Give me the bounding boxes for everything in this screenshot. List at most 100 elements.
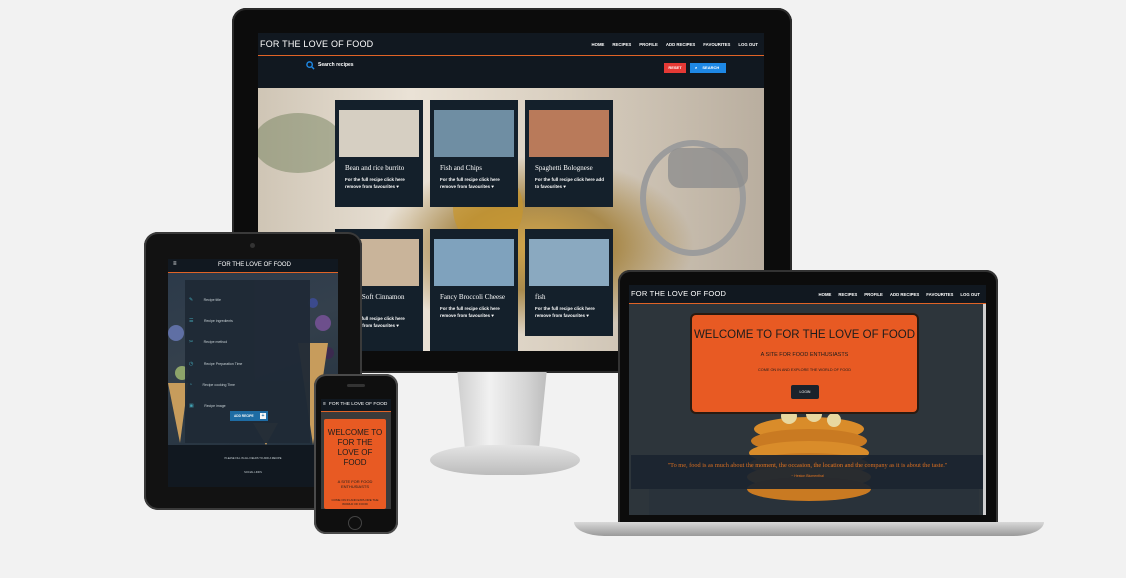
- quote-author: ~ Heston Blumenthal: [791, 474, 824, 478]
- nav-home[interactable]: HOME: [819, 292, 832, 297]
- nav-add-recipes[interactable]: ADD RECIPES: [890, 292, 919, 297]
- field-label: Recipe title: [203, 298, 221, 302]
- search-button[interactable]: ⌕ SEARCH: [690, 63, 726, 73]
- nav-add-recipes[interactable]: ADD RECIPES: [666, 42, 695, 47]
- hero-subtitle: A SITE FOR FOOD ENTHUSIASTS: [337, 479, 373, 489]
- search-bar: Search recipes RESET ⌕ SEARCH: [258, 56, 764, 88]
- brand-logo[interactable]: FOR THE LOVE OF FOOD: [218, 262, 291, 268]
- search-button-icon: ⌕: [695, 65, 698, 70]
- nav-favourites[interactable]: FAVOURITES: [926, 292, 953, 297]
- recipe-image[interactable]: [529, 239, 609, 286]
- form-field[interactable]: ✎ Recipe title: [189, 288, 221, 306]
- recipe-links[interactable]: For the full recipe click here remove fr…: [525, 302, 613, 319]
- form-field[interactable]: ◷ Recipe Preparation Time: [189, 352, 242, 370]
- laptop-screen: FOR THE LOVE OF FOOD HOME RECIPES PROFIL…: [629, 285, 986, 515]
- recipe-links[interactable]: For the full recipe click here add to fa…: [525, 173, 613, 190]
- search-button-label: SEARCH: [702, 65, 720, 70]
- tablet-screen: ≡ FOR THE LOVE OF FOOD ✎ Recipe title ☰ …: [168, 259, 338, 487]
- nav-home[interactable]: HOME: [592, 42, 605, 47]
- brand-logo[interactable]: FOR THE LOVE OF FOOD: [329, 402, 387, 407]
- footer-notice: PLEASE FILL IN ALL FIELDS TO ADD A RECIP…: [224, 457, 282, 460]
- add-recipe-button[interactable]: ADD RECIPE +: [230, 411, 268, 421]
- desktop-navbar: FOR THE LOVE OF FOOD HOME RECIPES PROFIL…: [258, 33, 764, 56]
- nav-recipes[interactable]: RECIPES: [838, 292, 857, 297]
- pencil-icon: ✎: [189, 297, 194, 303]
- nav-recipes[interactable]: RECIPES: [612, 42, 631, 47]
- add-recipe-label: ADD RECIPE: [234, 414, 254, 418]
- recipe-card[interactable]: Fish and Chips For the full recipe click…: [430, 100, 518, 207]
- phone-screen: ≡ FOR THE LOVE OF FOOD WELCOME TO FOR TH…: [321, 399, 391, 509]
- recipe-title[interactable]: Bean and rice burrito: [335, 157, 423, 173]
- field-label: Recipe image: [204, 404, 226, 408]
- recipe-title[interactable]: Fancy Broccoli Cheese: [430, 286, 518, 302]
- hero-title: WELCOME TO FOR THE LOVE OF FOOD: [327, 428, 383, 467]
- laptop-nav-links: HOME RECIPES PROFILE ADD RECIPES FAVOURI…: [819, 292, 981, 297]
- form-field[interactable]: ✂ Recipe method: [189, 330, 227, 348]
- hero-text: COME ON IN AND EXPLORE THE WORLD OF FOOD: [758, 368, 851, 372]
- tablet-navbar: ≡ FOR THE LOVE OF FOOD: [168, 259, 338, 273]
- nav-favourites[interactable]: FAVOURITES: [703, 42, 730, 47]
- form-field[interactable]: ☰ Recipe ingredients: [189, 309, 233, 327]
- form-field[interactable]: ◔ Recipe cooking Time: [189, 373, 235, 391]
- quote-banner: "To me, food is as much about the moment…: [631, 455, 984, 489]
- phone-speaker: [347, 384, 365, 387]
- home-button[interactable]: [348, 516, 362, 530]
- recipe-title[interactable]: fish: [525, 286, 613, 302]
- nav-profile[interactable]: PROFILE: [864, 292, 883, 297]
- welcome-hero: WELCOME TO FOR THE LOVE OF FOOD A SITE F…: [324, 419, 386, 509]
- nav-profile[interactable]: PROFILE: [639, 42, 658, 47]
- recipe-image[interactable]: [434, 239, 514, 286]
- reset-button[interactable]: RESET: [664, 63, 686, 73]
- recipe-card[interactable]: Fancy Broccoli Cheese For the full recip…: [430, 229, 518, 351]
- timer-icon: ◔: [189, 382, 193, 388]
- field-label: Recipe Preparation Time: [203, 362, 243, 366]
- brand-logo[interactable]: FOR THE LOVE OF FOOD: [260, 39, 373, 49]
- hero-title: WELCOME TO FOR THE LOVE OF FOOD: [693, 329, 916, 341]
- welcome-hero: WELCOME TO FOR THE LOVE OF FOOD A SITE F…: [692, 315, 917, 412]
- laptop-base: [574, 522, 1044, 536]
- monitor-stand-neck: [457, 372, 547, 447]
- recipe-links[interactable]: For the full recipe click here remove fr…: [335, 173, 423, 190]
- recipe-title[interactable]: Spaghetti Bolognese: [525, 157, 613, 173]
- recipe-card[interactable]: Bean and rice burrito For the full recip…: [335, 100, 423, 207]
- recipe-card[interactable]: Spaghetti Bolognese For the full recipe …: [525, 100, 613, 207]
- recipe-card[interactable]: fish For the full recipe click here remo…: [525, 229, 613, 336]
- desktop-nav-links: HOME RECIPES PROFILE ADD RECIPES FAVOURI…: [592, 42, 759, 47]
- list-icon: ☰: [189, 318, 194, 324]
- field-label: Recipe ingredients: [203, 319, 233, 323]
- recipe-image[interactable]: [529, 110, 609, 157]
- laptop-device: FOR THE LOVE OF FOOD HOME RECIPES PROFIL…: [618, 270, 998, 525]
- nav-log-out[interactable]: LOG OUT: [738, 42, 758, 47]
- tablet-footer: PLEASE FILL IN ALL FIELDS TO ADD A RECIP…: [168, 445, 338, 487]
- recipe-image[interactable]: [434, 110, 514, 157]
- hero-text: COME ON IN AND EXPLORE THE WORLD OF FOOD: [331, 498, 379, 506]
- phone-navbar: ≡ FOR THE LOVE OF FOOD: [321, 399, 391, 412]
- recipe-title[interactable]: Fish and Chips: [430, 157, 518, 173]
- form-field[interactable]: ▣ Recipe image: [189, 394, 226, 412]
- utensils-icon: ✂: [189, 339, 194, 345]
- login-button[interactable]: LOGIN: [791, 385, 819, 399]
- social-links[interactable]: SOCIAL LINKS: [186, 471, 320, 474]
- monitor-stand-base: [430, 445, 580, 475]
- nav-log-out[interactable]: LOG OUT: [960, 292, 980, 297]
- quote-text: "To me, food is as much about the moment…: [667, 462, 948, 469]
- tablet-camera: [250, 243, 255, 248]
- hero-subtitle: A SITE FOR FOOD ENTHUSIASTS: [760, 352, 849, 358]
- phone-device: ≡ FOR THE LOVE OF FOOD WELCOME TO FOR TH…: [314, 374, 398, 534]
- plus-icon: +: [260, 413, 266, 419]
- add-recipe-form: ✎ Recipe title ☰ Recipe ingredients ✂ Re…: [185, 280, 310, 443]
- recipe-links[interactable]: For the full recipe click here remove fr…: [430, 302, 518, 319]
- hamburger-menu-icon[interactable]: ≡: [323, 401, 326, 407]
- search-icon: [306, 61, 315, 70]
- image-icon: ▣: [189, 403, 194, 409]
- scrollbar[interactable]: [983, 304, 986, 515]
- laptop-navbar: FOR THE LOVE OF FOOD HOME RECIPES PROFIL…: [629, 285, 986, 304]
- field-label: Recipe method: [203, 340, 228, 344]
- field-label: Recipe cooking Time: [202, 383, 235, 387]
- recipe-image[interactable]: [339, 110, 419, 157]
- clock-icon: ◷: [189, 361, 194, 367]
- search-input[interactable]: Search recipes: [318, 62, 354, 68]
- brand-logo[interactable]: FOR THE LOVE OF FOOD: [631, 289, 726, 298]
- recipe-links[interactable]: For the full recipe click here remove fr…: [430, 173, 518, 190]
- hamburger-menu-icon[interactable]: ≡: [173, 261, 177, 267]
